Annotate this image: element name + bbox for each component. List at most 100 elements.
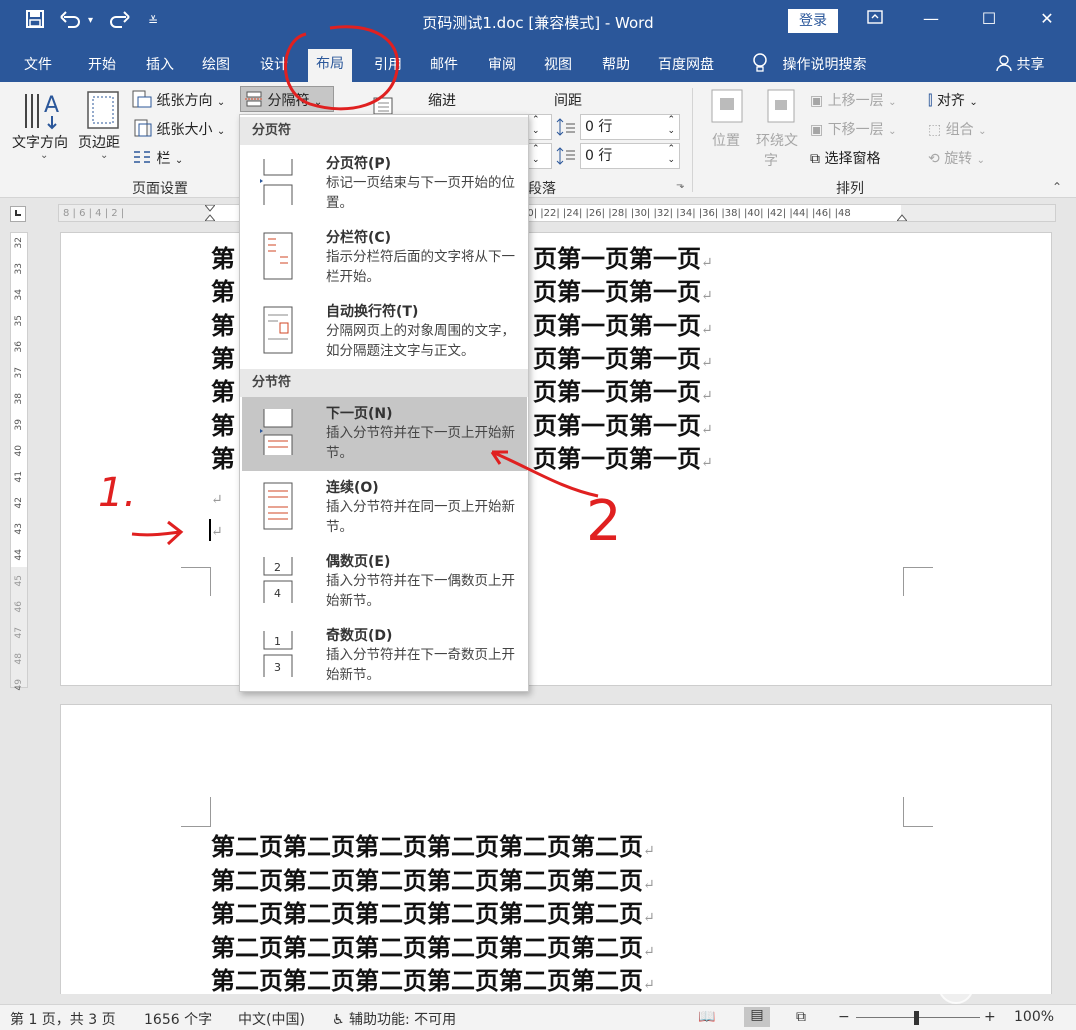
spinner-arrows-icon[interactable]: ⌃ ⌄ (667, 144, 675, 166)
menu-item-continuous[interactable]: 连续(O) 插入分节符并在同一页上开始新节。 (242, 471, 527, 545)
odd-page-icon: 13 (260, 629, 296, 679)
menu-item-title: 下一页(N) (326, 406, 393, 422)
word-count[interactable]: 1656 个字 (144, 1009, 212, 1029)
vertical-ruler[interactable]: 323334353637383940414243444546474849 (10, 232, 28, 690)
page1-line-end: 页第一页第一页↵ (533, 277, 713, 307)
menu-item-page-break[interactable]: 分页符(P) 标记一页结束与下一页开始的位置。 (242, 147, 527, 221)
wrap-text-button[interactable]: 环绕文 (756, 130, 798, 150)
send-backward-button[interactable]: ▣ 下移一层 ⌄ (810, 119, 897, 139)
spacing-before-field[interactable]: 0 行 ⌃ ⌄ (580, 114, 680, 140)
web-layout-icon[interactable]: ⧉ (796, 1009, 806, 1025)
arrange-group-label: 排列 (836, 181, 864, 197)
status-bar: 第 1 页，共 3 页 1656 个字 中文(中国) ♿ 辅助功能: 不可用 📖… (0, 1004, 1076, 1030)
language[interactable]: 中文(中国) (238, 1009, 305, 1029)
person-icon (996, 55, 1012, 75)
menu-item-description: 插入分节符并在下一奇数页上开始新节。 (326, 647, 515, 683)
orientation-button[interactable]: 纸张方向 ⌄ (132, 90, 225, 112)
horizontal-ruler[interactable]: 8 | 6 | 4 | 2 | 20| |22| |24| |26| |28| … (58, 204, 1056, 222)
tab-review[interactable]: 审阅 (488, 54, 516, 74)
zoom-out-icon[interactable]: − (838, 1009, 850, 1025)
close-icon[interactable]: ✕ (1032, 9, 1062, 28)
zoom-in-icon[interactable]: + (984, 1009, 996, 1025)
tab-selector[interactable] (10, 206, 26, 222)
dialog-launcher-icon[interactable]: ⬎ (676, 180, 684, 191)
bring-forward-button[interactable]: ▣ 上移一层 ⌄ (810, 90, 897, 110)
page1-line-start: 第 (211, 443, 235, 473)
ribbon-tabs: 文件 开始 插入 绘图 设计 布局 引用 邮件 审阅 视图 帮助 百度网盘 操作… (0, 44, 1076, 82)
position-button[interactable]: 位置 (712, 130, 740, 150)
accessibility-status[interactable]: ♿ 辅助功能: 不可用 (332, 1009, 456, 1029)
spinner-arrows-icon[interactable]: ⌃ ⌄ (667, 115, 675, 137)
rotate-button[interactable]: ⟲ 旋转 ⌄ (928, 148, 985, 168)
menu-item-even-page[interactable]: 2 4 偶数页(E) 插入分节符并在下一偶数页上开始新节。 (242, 545, 527, 619)
svg-text:1: 1 (274, 635, 281, 648)
collapse-ribbon-icon[interactable]: ⌃ (1052, 180, 1062, 194)
share-button[interactable]: 共享 (996, 54, 1044, 75)
group-button[interactable]: ⬚ 组合 ⌄ (928, 119, 987, 139)
ruler-margin-right (901, 205, 1055, 221)
ribbon-display-options-icon[interactable] (860, 9, 890, 28)
size-button[interactable]: 纸张大小 ⌄ (132, 119, 225, 141)
columns-icon (132, 149, 152, 169)
send-backward-label: 下移一层 (827, 122, 884, 138)
wrap-text-button-line2: 字 (764, 153, 778, 169)
continuous-icon (260, 481, 296, 531)
wrap-text-icon[interactable] (766, 88, 796, 128)
text-direction-button[interactable]: 文字方向 (12, 132, 68, 152)
right-indent-marker-icon[interactable] (896, 213, 908, 221)
spacing-after-field[interactable]: 0 行 ⌃ ⌄ (580, 143, 680, 169)
even-page-icon: 24 (260, 555, 296, 605)
menu-item-next-page[interactable]: 下一页(N) 插入分节符并在下一页上开始新节。 (242, 397, 527, 471)
ruler-tick-label: 44 (14, 549, 24, 561)
minimize-icon[interactable]: — (916, 9, 946, 28)
menu-item-title: 分栏符(C) (326, 230, 392, 246)
margins-button[interactable]: 页边距 (78, 132, 120, 152)
tab-mailings[interactable]: 邮件 (430, 54, 458, 74)
page1-line-start: 第 (211, 244, 235, 273)
zoom-slider-thumb[interactable] (914, 1011, 919, 1025)
tab-file[interactable]: 文件 (24, 54, 52, 74)
columns-label: 栏 (156, 151, 171, 167)
tab-help[interactable]: 帮助 (602, 54, 630, 74)
maximize-icon[interactable]: ☐ (974, 9, 1004, 28)
page-count[interactable]: 第 1 页，共 3 页 (10, 1009, 116, 1029)
page1-line-start: 第 (211, 410, 235, 440)
ruler-margin-left (59, 205, 209, 221)
section-breaks-header: 分节符 (240, 369, 528, 397)
tab-references[interactable]: 引用 (374, 54, 402, 74)
text-direction-icon[interactable]: A (22, 88, 66, 136)
tab-home[interactable]: 开始 (88, 54, 116, 74)
margins-icon[interactable] (86, 90, 120, 134)
indent-left-spinner[interactable]: ⌃ ⌄ (528, 114, 552, 140)
tab-design[interactable]: 设计 (260, 54, 288, 74)
columns-button[interactable]: 栏 ⌄ (132, 148, 183, 169)
print-layout-icon[interactable]: ▤ (744, 1007, 770, 1027)
menu-item-column-break[interactable]: 分栏符(C) 指示分栏符后面的文字将从下一栏开始。 (242, 221, 527, 295)
tell-me-search[interactable]: 操作说明搜索 (752, 53, 866, 77)
menu-item-text-wrapping[interactable]: 自动换行符(T) 分隔网页上的对象周围的文字，如分隔题注文字与正文。 (242, 295, 527, 369)
tab-insert[interactable]: 插入 (146, 54, 174, 74)
login-button[interactable]: 登录 (788, 9, 838, 33)
position-icon[interactable] (710, 88, 744, 128)
indent-marker-icon[interactable] (204, 205, 216, 221)
selection-pane-button[interactable]: ⧉ 选择窗格 (810, 148, 880, 168)
chevron-down-icon: ⌄ (40, 150, 49, 161)
breaks-icon (245, 91, 263, 111)
document-page-2[interactable]: 第二页第二页第二页第二页第二页第二页↵ 第二页第二页第二页第二页第二页第二页↵ 第二… (60, 704, 1052, 995)
accessibility-label: 辅助功能: 不可用 (349, 1012, 457, 1028)
breaks-button[interactable]: 分隔符 ⌄ (240, 86, 334, 112)
read-mode-icon[interactable]: 📖 (698, 1009, 715, 1025)
zoom-level[interactable]: 100% (1014, 1009, 1054, 1025)
tab-baidu-netdisk[interactable]: 百度网盘 (658, 54, 714, 74)
document-page-1[interactable]: 第页第一页第一页↵ 第页第一页第一页↵ 第页第一页第一页↵ 第页第一页第一页↵ 第页第一… (60, 232, 1052, 686)
align-button[interactable]: ⫿ 对齐 ⌄ (928, 90, 978, 110)
page1-line-start: 第 (211, 310, 235, 340)
indent-right-spinner[interactable]: ⌃ ⌄ (528, 143, 552, 169)
window-title: 页码测试1.doc [兼容模式] - Word (422, 14, 654, 32)
tab-draw[interactable]: 绘图 (202, 54, 230, 74)
menu-item-odd-page[interactable]: 1 3 奇数页(D) 插入分节符并在下一奇数页上开始新节。 (242, 619, 527, 693)
tab-view[interactable]: 视图 (544, 54, 572, 74)
menu-item-title: 偶数页(E) (326, 554, 391, 570)
tab-layout[interactable]: 布局 (308, 49, 352, 82)
text-cursor: ↵ (209, 513, 223, 542)
